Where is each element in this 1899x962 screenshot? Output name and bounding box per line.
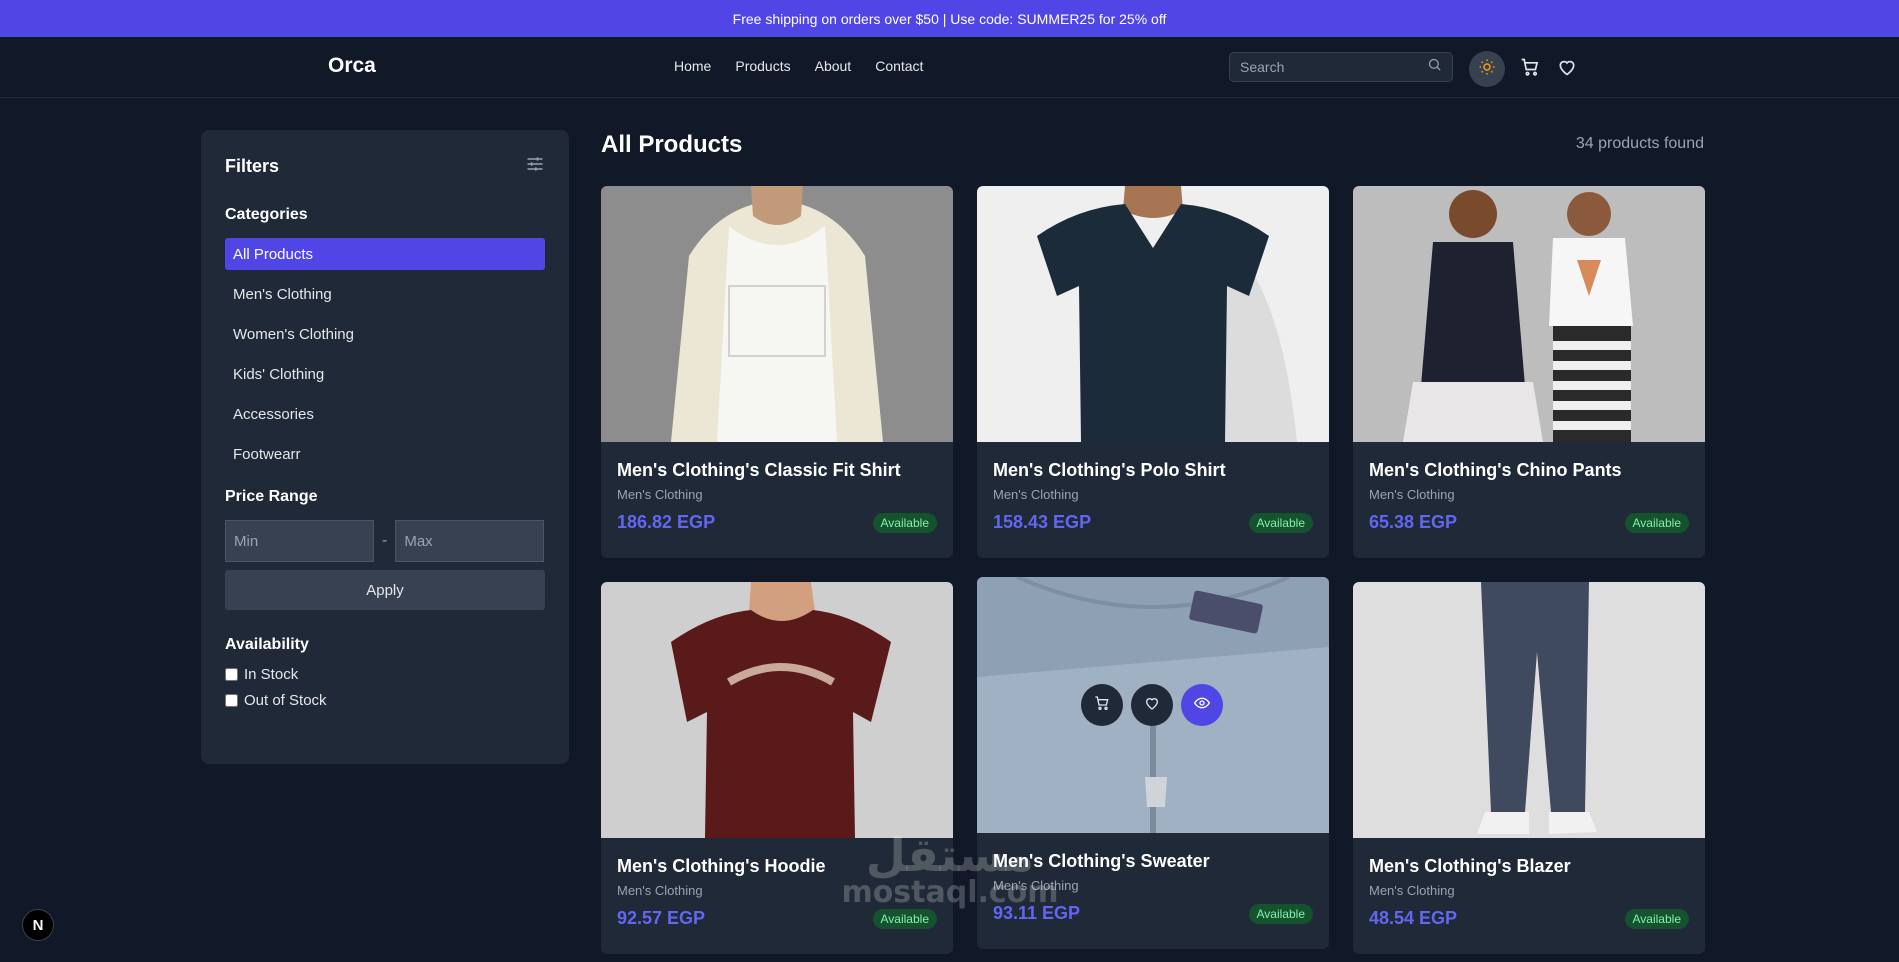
availability-heading: Availability bbox=[225, 636, 309, 653]
product-price: 65.38 EGP bbox=[1369, 512, 1458, 532]
status-badge: Available bbox=[872, 908, 937, 929]
search-input[interactable] bbox=[1240, 59, 1427, 75]
search-icon[interactable] bbox=[1427, 57, 1442, 77]
status-badge: Available bbox=[1248, 512, 1313, 533]
product-card[interactable]: Men's Clothing's Polo Shirt Men's Clothi… bbox=[977, 186, 1329, 558]
main-nav: Home Products About Contact bbox=[674, 58, 923, 74]
product-name[interactable]: Men's Clothing's Hoodie bbox=[617, 856, 937, 877]
quick-actions bbox=[1081, 684, 1223, 726]
product-card[interactable]: Men's Clothing's Chino Pants Men's Cloth… bbox=[1353, 186, 1705, 558]
theme-toggle-button[interactable] bbox=[1469, 51, 1505, 87]
logo[interactable]: Orca bbox=[328, 54, 376, 78]
in-stock-label: In Stock bbox=[244, 666, 299, 683]
cart-button[interactable] bbox=[1517, 56, 1543, 82]
product-category: Men's Clothing bbox=[993, 487, 1079, 502]
quick-view-button[interactable] bbox=[1181, 684, 1223, 726]
product-category: Men's Clothing bbox=[1369, 487, 1455, 502]
cart-icon bbox=[1520, 57, 1540, 82]
dev-tools-badge[interactable]: N bbox=[22, 909, 54, 941]
product-price: 186.82 EGP bbox=[617, 512, 716, 532]
in-stock-checkbox[interactable] bbox=[225, 668, 238, 681]
product-name[interactable]: Men's Clothing's Blazer bbox=[1369, 856, 1689, 877]
product-image[interactable] bbox=[977, 577, 1329, 833]
category-list: All Products Men's Clothing Women's Clot… bbox=[225, 238, 545, 470]
categories-heading: Categories bbox=[225, 206, 308, 223]
out-of-stock-checkbox[interactable] bbox=[225, 694, 238, 707]
filters-title: Filters bbox=[225, 156, 280, 176]
product-category: Men's Clothing bbox=[1369, 883, 1455, 898]
add-to-cart-button[interactable] bbox=[1081, 684, 1123, 726]
page-title: All Products bbox=[601, 131, 743, 158]
product-price: 48.54 EGP bbox=[1369, 908, 1458, 928]
product-price: 92.57 EGP bbox=[617, 908, 706, 928]
max-price-input[interactable] bbox=[395, 520, 545, 562]
nav-products-link[interactable]: Products bbox=[735, 58, 790, 74]
product-name[interactable]: Men's Clothing's Polo Shirt bbox=[993, 460, 1313, 481]
category-kids-clothing[interactable]: Kids' Clothing bbox=[225, 358, 545, 390]
in-stock-option[interactable]: In Stock bbox=[225, 666, 545, 683]
category-womens-clothing[interactable]: Women's Clothing bbox=[225, 318, 545, 350]
product-image[interactable] bbox=[1353, 582, 1705, 838]
product-card[interactable]: Men's Clothing's Hoodie Men's Clothing 9… bbox=[601, 582, 953, 954]
status-badge: Available bbox=[872, 512, 937, 533]
promo-banner: Free shipping on orders over $50 | Use c… bbox=[0, 0, 1899, 37]
product-card[interactable]: Men's Clothing's Classic Fit Shirt Men's… bbox=[601, 186, 953, 558]
product-category: Men's Clothing bbox=[617, 487, 703, 502]
product-card[interactable]: Men's Clothing's Sweater Men's Clothing … bbox=[977, 577, 1329, 949]
category-accessories[interactable]: Accessories bbox=[225, 398, 545, 430]
sun-icon bbox=[1478, 58, 1496, 81]
out-of-stock-option[interactable]: Out of Stock bbox=[225, 692, 545, 709]
category-all-products[interactable]: All Products bbox=[225, 238, 545, 270]
price-separator: - bbox=[382, 532, 388, 549]
status-badge: Available bbox=[1624, 908, 1689, 929]
category-footwear[interactable]: Footwearr bbox=[225, 438, 545, 470]
add-to-wishlist-button[interactable] bbox=[1131, 684, 1173, 726]
product-image[interactable] bbox=[1353, 186, 1705, 442]
sliders-icon[interactable] bbox=[525, 154, 545, 179]
filters-sidebar: Filters Categories All Products Men's Cl… bbox=[201, 130, 569, 764]
search-box bbox=[1229, 52, 1453, 82]
product-name[interactable]: Men's Clothing's Classic Fit Shirt bbox=[617, 460, 937, 481]
apply-button[interactable]: Apply bbox=[225, 570, 545, 610]
promo-text: Free shipping on orders over $50 | Use c… bbox=[732, 10, 1167, 27]
out-of-stock-label: Out of Stock bbox=[244, 692, 327, 709]
price-range-heading: Price Range bbox=[225, 488, 318, 505]
nav-contact-link[interactable]: Contact bbox=[875, 58, 923, 74]
product-image[interactable] bbox=[977, 186, 1329, 442]
eye-icon bbox=[1193, 695, 1211, 716]
product-price: 93.11 EGP bbox=[993, 903, 1081, 923]
min-price-input[interactable] bbox=[225, 520, 374, 562]
nav-home-link[interactable]: Home bbox=[674, 58, 711, 74]
product-image[interactable] bbox=[601, 582, 953, 838]
status-badge: Available bbox=[1624, 512, 1689, 533]
status-badge: Available bbox=[1248, 903, 1313, 924]
product-price: 158.43 EGP bbox=[993, 512, 1092, 532]
cart-icon bbox=[1094, 695, 1110, 716]
product-card[interactable]: Men's Clothing's Blazer Men's Clothing 4… bbox=[1353, 582, 1705, 954]
product-image[interactable] bbox=[601, 186, 953, 442]
product-category: Men's Clothing bbox=[617, 883, 703, 898]
product-name[interactable]: Men's Clothing's Chino Pants bbox=[1369, 460, 1689, 481]
wishlist-button[interactable] bbox=[1554, 56, 1580, 82]
nav-about-link[interactable]: About bbox=[815, 58, 852, 74]
product-category: Men's Clothing bbox=[993, 878, 1079, 893]
product-name[interactable]: Men's Clothing's Sweater bbox=[993, 851, 1313, 872]
product-count: 34 products found bbox=[1575, 135, 1704, 152]
heart-icon bbox=[1144, 695, 1160, 716]
category-mens-clothing[interactable]: Men's Clothing bbox=[225, 278, 545, 310]
heart-icon bbox=[1557, 57, 1577, 82]
navbar: Orca Home Products About Contact bbox=[0, 37, 1899, 98]
